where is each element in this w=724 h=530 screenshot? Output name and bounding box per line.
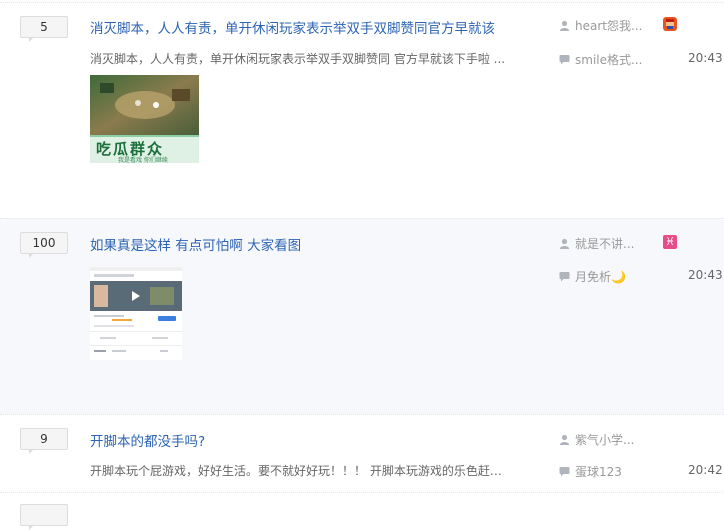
thread-title-link[interactable]: 消灭脚本，人人有责，单开休闲玩家表示举双手双脚赞同官方早就该 [90,17,520,37]
reply-count-badge [20,504,68,530]
user-icon [559,238,570,249]
last-reply-time: 20:43 [688,268,723,282]
reply-count-badge: 5 [20,16,68,42]
comment-icon [559,55,570,65]
comment-icon [559,467,570,477]
last-replier-name[interactable]: 蛋球123 [575,463,622,480]
last-reply-time: 20:43 [688,51,723,65]
thread-author: heart怨我... [559,17,642,34]
last-replier: 月免析🌙 [559,268,626,285]
last-reply-time: 20:42 [688,463,723,477]
thumbnail-subcaption: 我是看戏 你们继续 [118,157,168,163]
reply-count-badge: 9 [20,428,68,454]
thread-row: 9 开脚本的都没手吗? 开脚本玩个屁游戏，好好生活。要不就好好玩！！！ 开脚本玩… [0,414,724,492]
thread-author: 就是不讲... [559,235,634,252]
author-name[interactable]: heart怨我... [575,17,642,34]
author-name[interactable]: 就是不讲... [575,235,634,252]
thread-thumbnail[interactable] [90,267,182,360]
thread-abstract: 消灭脚本，人人有责，单开休闲玩家表示举双手双脚赞同 官方早就该下手啦 ... [90,52,506,66]
thread-author: 紫气小学... [559,431,634,448]
user-icon [559,434,570,445]
thread-abstract: 开脚本玩个屁游戏，好好生活。要不就好好玩！！！ 开脚本玩游戏的乐色赶紧... [90,464,510,478]
thread-row [0,492,724,530]
thread-title-link[interactable]: 如果真是这样 有点可怕啊 大家看图 [90,234,520,254]
last-replier-name[interactable]: 月免析🌙 [575,268,626,285]
pisces-badge-icon: ♓ [663,235,677,249]
comment-icon [559,272,570,282]
mario-badge-icon [663,17,677,31]
thread-row: 5 消灭脚本，人人有责，单开休闲玩家表示举双手双脚赞同官方早就该 消灭脚本，人人… [0,2,724,218]
thread-row: 100 如果真是这样 有点可怕啊 大家看图 就是不讲... ♓ 月免析🌙 20:… [0,218,724,414]
thread-thumbnail[interactable]: 吃瓜群众 我是看戏 你们继续 [90,75,199,163]
phone-screenshot-image [90,267,182,360]
user-icon [559,20,570,31]
last-replier-name[interactable]: smile格式... [575,51,642,68]
reply-count-badge: 100 [20,232,68,258]
last-replier: smile格式... [559,51,642,68]
author-name[interactable]: 紫气小学... [575,431,634,448]
last-replier: 蛋球123 [559,463,622,480]
thread-title-link[interactable]: 开脚本的都没手吗? [90,430,520,450]
